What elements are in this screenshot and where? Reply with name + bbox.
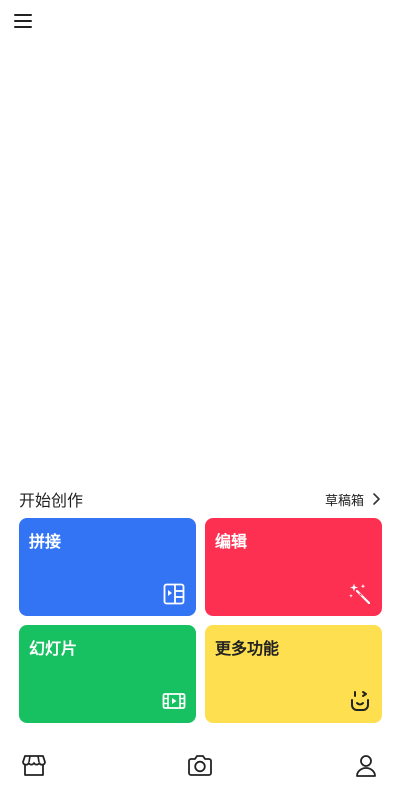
card-label: 拼接 bbox=[29, 532, 62, 551]
card-label: 幻灯片 bbox=[29, 639, 78, 658]
card-slideshow[interactable]: 幻灯片 bbox=[19, 625, 196, 723]
bottom-nav bbox=[0, 742, 400, 800]
section-title: 开始创作 bbox=[19, 491, 84, 510]
film-frame-icon bbox=[162, 582, 186, 606]
menu-button[interactable] bbox=[12, 10, 36, 32]
chevron-right-icon bbox=[373, 493, 380, 505]
card-label: 编辑 bbox=[215, 532, 248, 551]
smiley-icon bbox=[348, 689, 372, 713]
menu-icon bbox=[14, 14, 32, 28]
drafts-link[interactable]: 草稿箱 bbox=[325, 490, 384, 509]
card-edit[interactable]: 编辑 bbox=[205, 518, 382, 616]
nav-store[interactable] bbox=[20, 752, 48, 780]
card-label: 更多功能 bbox=[215, 639, 280, 658]
section-header: 开始创作 草稿箱 bbox=[19, 486, 384, 512]
camera-icon bbox=[188, 755, 212, 776]
card-splice[interactable]: 拼接 bbox=[19, 518, 196, 616]
profile-icon bbox=[356, 755, 376, 777]
film-strip-icon bbox=[162, 689, 186, 713]
store-icon bbox=[22, 755, 46, 776]
nav-camera[interactable] bbox=[186, 752, 214, 780]
card-more-features[interactable]: 更多功能 bbox=[205, 625, 382, 723]
nav-profile[interactable] bbox=[352, 752, 380, 780]
drafts-label: 草稿箱 bbox=[324, 493, 364, 509]
magic-wand-icon bbox=[348, 582, 372, 606]
